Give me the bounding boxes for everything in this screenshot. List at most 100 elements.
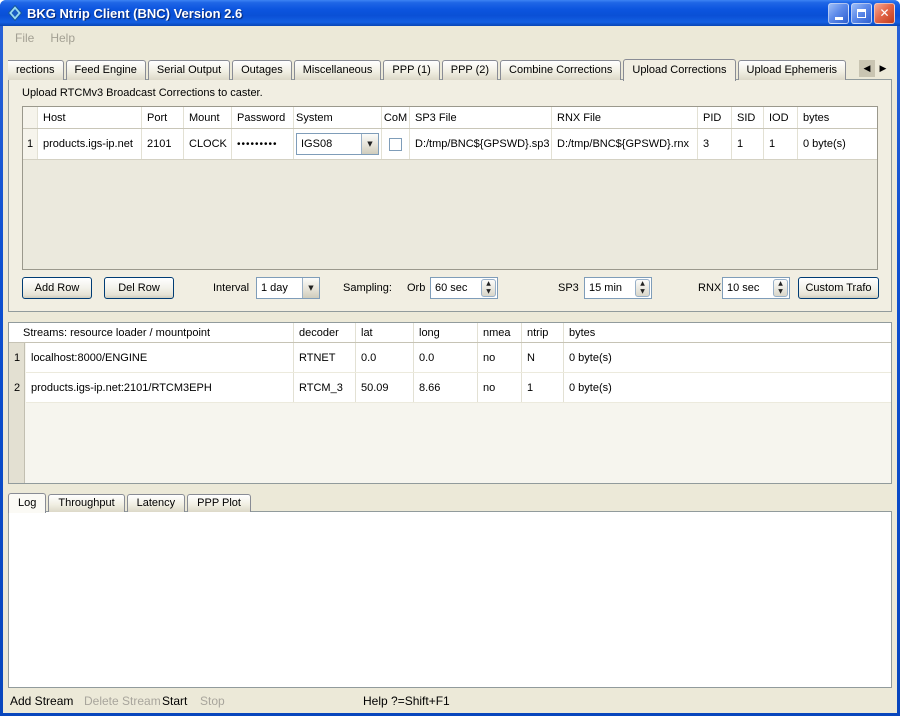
tab-feed-engine[interactable]: Feed Engine: [66, 60, 146, 80]
rnx-label: RNX: [698, 277, 721, 299]
tab-upload-ephemeris[interactable]: Upload Ephemeris: [738, 60, 847, 80]
log-viewport[interactable]: [8, 511, 892, 688]
interval-combobox[interactable]: 1 day ▼: [256, 277, 320, 299]
row-header-strip: [9, 343, 25, 484]
tab-serial-output[interactable]: Serial Output: [148, 60, 230, 80]
lat-cell: 0.0: [356, 343, 414, 372]
close-button[interactable]: ✕: [874, 3, 895, 24]
sp3-sampling-spinbox[interactable]: 15 min ▲ ▼: [584, 277, 652, 299]
column-header-bytes: bytes: [798, 107, 877, 128]
start-button[interactable]: Start: [162, 690, 187, 712]
sp3-file-cell[interactable]: D:/tmp/BNC${GPSWD}.sp3: [410, 129, 552, 159]
tab-scroll-left-icon[interactable]: ◀: [859, 60, 875, 77]
lat-cell: 50.09: [356, 373, 414, 402]
tab-ppp-1[interactable]: PPP (1): [383, 60, 439, 80]
minimize-icon: [835, 17, 843, 20]
password-cell[interactable]: •••••••••: [232, 129, 294, 159]
column-header-sp3-file: SP3 File: [410, 107, 552, 128]
spin-up-icon[interactable]: ▲: [482, 280, 495, 288]
log-tab-bar: Log Throughput Latency PPP Plot: [8, 492, 253, 512]
menu-help[interactable]: Help: [42, 28, 83, 48]
nmea-cell: no: [478, 343, 522, 372]
port-cell[interactable]: 2101: [142, 129, 184, 159]
nmea-cell: no: [478, 373, 522, 402]
menubar: File Help: [3, 26, 897, 50]
tab-scroll-right-icon[interactable]: ▶: [875, 60, 891, 77]
rnx-file-cell[interactable]: D:/tmp/BNC${GPSWD}.rnx: [552, 129, 698, 159]
spinner: ▲ ▼: [481, 279, 496, 297]
system-value: IGS08: [297, 134, 361, 154]
stream-row-engine[interactable]: localhost:8000/ENGINE RTNET 0.0 0.0 no N…: [26, 343, 891, 373]
column-header-com: CoM: [382, 107, 410, 128]
del-row-button[interactable]: Del Row: [104, 277, 174, 299]
column-header-streams-mountpoint: Streams: resource loader / mountpoint: [9, 323, 294, 342]
orb-sampling-spinbox[interactable]: 60 sec ▲ ▼: [430, 277, 498, 299]
app-icon: [7, 5, 23, 21]
pid-cell[interactable]: 3: [698, 129, 732, 159]
upload-table-row[interactable]: 1 products.igs-ip.net 2101 CLOCK •••••••…: [23, 129, 877, 160]
tab-ppp-2[interactable]: PPP (2): [442, 60, 498, 80]
column-header-iod: IOD: [764, 107, 798, 128]
tab-miscellaneous[interactable]: Miscellaneous: [294, 60, 382, 80]
tab-outages[interactable]: Outages: [232, 60, 292, 80]
spin-down-icon[interactable]: ▼: [636, 288, 649, 296]
tab-scroll-buttons: ◀ ▶: [859, 60, 891, 77]
maximize-icon: [857, 9, 866, 18]
mountpoint-cell: products.igs-ip.net:2101/RTCM3EPH: [26, 373, 294, 402]
system-combobox[interactable]: IGS08 ▼: [296, 133, 379, 155]
dropdown-arrow-icon[interactable]: ▼: [361, 134, 378, 154]
tab-throughput[interactable]: Throughput: [48, 494, 124, 512]
ntrip-cell: 1: [522, 373, 564, 402]
minimize-button[interactable]: [828, 3, 849, 24]
sampling-label: Sampling:: [343, 277, 392, 299]
column-header-mount: Mount: [184, 107, 232, 128]
tab-ppp-plot[interactable]: PPP Plot: [187, 494, 251, 512]
row-number: 1: [23, 129, 38, 159]
maximize-button[interactable]: [851, 3, 872, 24]
close-icon: ✕: [879, 7, 889, 19]
window-controls: ✕: [828, 3, 895, 24]
custom-trafo-button[interactable]: Custom Trafo: [798, 277, 879, 299]
upload-table-header: Host Port Mount Password System CoM SP3 …: [23, 107, 877, 129]
menu-file[interactable]: File: [7, 28, 42, 48]
stream-row-rtcm3eph[interactable]: products.igs-ip.net:2101/RTCM3EPH RTCM_3…: [26, 373, 891, 403]
host-cell[interactable]: products.igs-ip.net: [38, 129, 142, 159]
column-header-long: long: [414, 323, 478, 342]
column-header-port: Port: [142, 107, 184, 128]
spin-up-icon[interactable]: ▲: [774, 280, 787, 288]
column-header-ntrip: ntrip: [522, 323, 564, 342]
decoder-cell: RTCM_3: [294, 373, 356, 402]
titlebar[interactable]: BKG Ntrip Client (BNC) Version 2.6 ✕: [0, 0, 900, 26]
application-window: BKG Ntrip Client (BNC) Version 2.6 ✕ Fil…: [0, 0, 900, 716]
long-cell: 0.0: [414, 343, 478, 372]
tab-combine-corrections[interactable]: Combine Corrections: [500, 60, 621, 80]
add-stream-button[interactable]: Add Stream: [10, 690, 73, 712]
upload-table: Host Port Mount Password System CoM SP3 …: [22, 106, 878, 270]
column-header-password: Password: [232, 107, 294, 128]
tab-broadcast-corrections-partial[interactable]: rections: [8, 60, 64, 80]
tab-upload-corrections[interactable]: Upload Corrections: [623, 59, 735, 81]
column-header-pid: PID: [698, 107, 732, 128]
spin-down-icon[interactable]: ▼: [482, 288, 495, 296]
rnx-sampling-spinbox[interactable]: 10 sec ▲ ▼: [722, 277, 790, 299]
upload-corrections-page: Upload RTCMv3 Broadcast Corrections to c…: [8, 79, 892, 312]
client-area: File Help rections Feed Engine Serial Ou…: [3, 26, 897, 713]
stop-button: Stop: [200, 690, 225, 712]
add-row-button[interactable]: Add Row: [22, 277, 92, 299]
tab-latency[interactable]: Latency: [127, 494, 186, 512]
spin-up-icon[interactable]: ▲: [636, 280, 649, 288]
iod-cell[interactable]: 1: [764, 129, 798, 159]
spin-down-icon[interactable]: ▼: [774, 288, 787, 296]
com-checkbox[interactable]: [389, 138, 402, 151]
dropdown-arrow-icon[interactable]: ▼: [302, 278, 319, 298]
sp3-label: SP3: [558, 277, 579, 299]
delete-stream-button: Delete Stream: [84, 690, 161, 712]
window-title: BKG Ntrip Client (BNC) Version 2.6: [27, 6, 828, 21]
upload-controls-row: Add Row Del Row Interval 1 day ▼ Samplin…: [9, 277, 891, 301]
mount-cell[interactable]: CLOCK: [184, 129, 232, 159]
tab-log[interactable]: Log: [8, 493, 46, 513]
row-number: 2: [9, 382, 25, 394]
sid-cell[interactable]: 1: [732, 129, 764, 159]
column-header-system: System: [294, 107, 382, 128]
column-header-nmea: nmea: [478, 323, 522, 342]
